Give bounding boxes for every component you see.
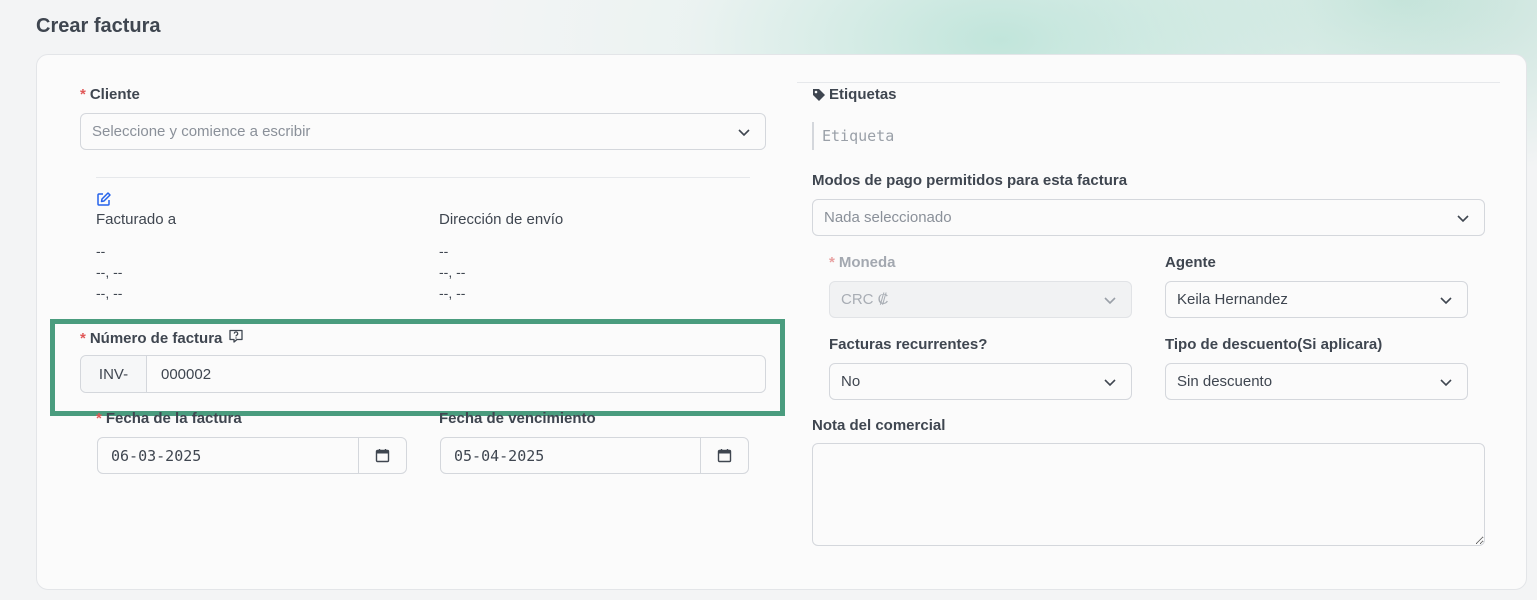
due-date-value[interactable]: 05-04-2025: [441, 447, 700, 465]
recurring-label: Facturas recurrentes?: [829, 336, 988, 353]
due-date-picker-button[interactable]: [700, 438, 748, 473]
client-select-placeholder: Seleccione y comience a escribir: [92, 123, 311, 140]
billed-to-label: Facturado a: [96, 211, 177, 228]
highlight-box: [50, 319, 785, 416]
chevron-down-icon: [1440, 296, 1452, 304]
tag-input[interactable]: Etiqueta: [812, 122, 894, 150]
currency-select: CRC ₡: [829, 281, 1132, 318]
chevron-down-icon: [1104, 296, 1116, 304]
billed-to-line-3: --, --: [96, 285, 123, 301]
chevron-down-icon: [1457, 214, 1469, 222]
required-asterisk: *: [96, 410, 102, 427]
tag-input-placeholder: Etiqueta: [822, 127, 895, 145]
client-label-text: Cliente: [89, 86, 140, 103]
shipping-address: -- --, -- --, --: [439, 241, 465, 304]
sales-note-label: Nota del comercial: [812, 417, 946, 434]
invoice-date-value[interactable]: 06-03-2025: [98, 447, 358, 465]
invoice-date-label: * Fecha de la factura: [96, 410, 242, 427]
agent-value: Keila Hernandez: [1177, 291, 1288, 308]
chevron-down-icon: [1104, 378, 1116, 386]
billed-to-address: -- --, -- --, --: [96, 241, 122, 304]
client-label: * Cliente: [80, 86, 140, 103]
recurring-value: No: [841, 373, 861, 390]
required-asterisk: *: [80, 86, 86, 103]
shipping-line-2: --, --: [439, 264, 466, 280]
invoice-date-label-text: Fecha de la factura: [105, 410, 242, 427]
due-date-input[interactable]: 05-04-2025: [440, 437, 749, 474]
sales-note-textarea[interactable]: [812, 443, 1485, 546]
discount-type-value: Sin descuento: [1177, 373, 1273, 390]
billed-to-line-1: --: [96, 243, 106, 259]
discount-type-label: Tipo de descuento(Si aplicara): [1165, 336, 1383, 353]
due-date-label: Fecha de vencimiento: [439, 410, 596, 427]
payment-modes-placeholder: Nada seleccionado: [824, 209, 952, 226]
required-asterisk: *: [829, 254, 835, 271]
billed-to-line-2: --, --: [96, 264, 123, 280]
chevron-down-icon: [1440, 378, 1452, 386]
tags-label-text: Etiquetas: [829, 86, 897, 103]
invoice-date-input[interactable]: 06-03-2025: [97, 437, 407, 474]
recurring-select[interactable]: No: [829, 363, 1132, 400]
discount-type-select[interactable]: Sin descuento: [1165, 363, 1468, 400]
currency-label-text: Moneda: [838, 254, 896, 271]
divider: [797, 82, 1500, 83]
currency-label: * Moneda: [829, 254, 896, 271]
agent-label: Agente: [1165, 254, 1216, 271]
tags-label: Etiquetas: [812, 86, 897, 103]
invoice-form-card: * Cliente Seleccione y comience a escribi…: [36, 54, 1527, 590]
agent-select[interactable]: Keila Hernandez: [1165, 281, 1468, 318]
invoice-date-picker-button[interactable]: [358, 438, 406, 473]
calendar-icon: [375, 449, 390, 463]
tag-icon: [813, 88, 825, 101]
chevron-down-icon: [738, 128, 750, 136]
shipping-address-label: Dirección de envío: [439, 211, 564, 228]
divider: [96, 177, 750, 178]
payment-modes-label: Modos de pago permitidos para esta factu…: [812, 172, 1128, 189]
calendar-icon: [717, 449, 732, 463]
shipping-line-3: --, --: [439, 285, 466, 301]
payment-modes-select[interactable]: Nada seleccionado: [812, 199, 1485, 236]
client-select[interactable]: Seleccione y comience a escribir: [80, 113, 766, 150]
edit-pencil-icon[interactable]: [96, 191, 112, 207]
shipping-line-1: --: [439, 243, 449, 259]
page-title: Crear factura: [36, 15, 161, 37]
currency-value: CRC ₡: [841, 291, 889, 308]
